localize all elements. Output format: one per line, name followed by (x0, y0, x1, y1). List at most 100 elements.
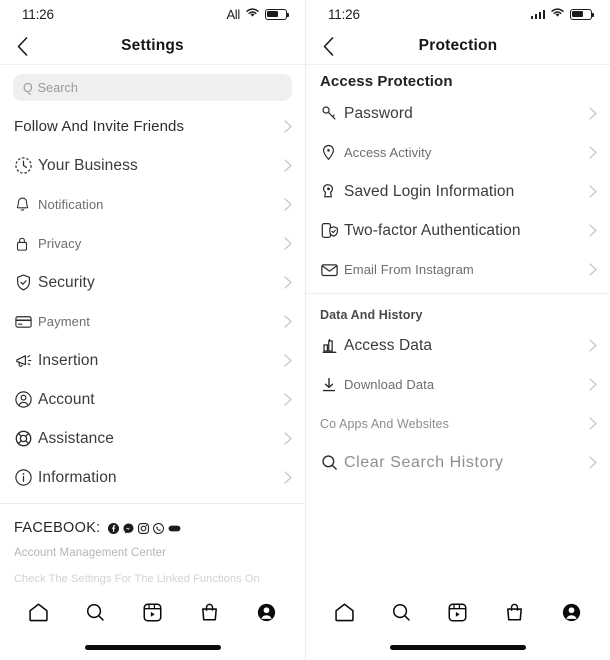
chevron-right-icon (583, 185, 597, 198)
row-label: Information (38, 468, 117, 486)
chevron-right-icon (278, 159, 292, 172)
chevron-right-icon (278, 471, 292, 484)
shop-tab[interactable] (495, 595, 535, 629)
search-tab[interactable] (381, 595, 421, 629)
profile-tab[interactable] (247, 595, 287, 629)
page-title: Protection (418, 37, 498, 54)
settings-row-follow-invite-friends[interactable]: Follow And Invite Friends (0, 107, 305, 146)
facebook-icon[interactable] (107, 522, 119, 534)
protection-row-co-apps-and-websites[interactable]: Co Apps And Websites (306, 404, 610, 443)
protection-row-saved-login-information[interactable]: Saved Login Information (306, 172, 610, 211)
chevron-right-icon (278, 237, 292, 250)
protection-scroll-area[interactable]: Access Protection Password Access Activi… (306, 65, 610, 590)
profile-tab[interactable] (552, 595, 592, 629)
search-tab[interactable] (76, 595, 116, 629)
row-label: Insertion (38, 351, 99, 369)
footer-divider (0, 503, 305, 504)
footer-line-1[interactable]: Account Management Center (14, 547, 291, 559)
lock-icon (14, 235, 38, 253)
row-label: Access Activity (344, 145, 432, 160)
clock-icon (14, 156, 38, 175)
search-icon (320, 453, 344, 472)
nav-bar: Protection (306, 28, 610, 65)
wifi-icon (550, 5, 565, 23)
row-label: Access Data (344, 336, 433, 354)
facebook-brand-line: FACEBOOK: (14, 520, 291, 536)
settings-row-assistance[interactable]: Assistance (0, 419, 305, 458)
row-label: Payment (38, 314, 91, 329)
lifebuoy-icon (14, 429, 38, 448)
chevron-right-icon (583, 378, 597, 391)
search-placeholder: Search (37, 80, 78, 95)
search-icon: Q (23, 80, 33, 95)
settings-row-your-business[interactable]: Your Business (0, 146, 305, 185)
chevron-right-icon (583, 107, 597, 120)
envelope-icon (320, 262, 344, 278)
nav-bar: Settings (0, 28, 305, 65)
status-bar: 11:26 (306, 0, 610, 28)
chevron-right-icon (583, 339, 597, 352)
protection-row-download-data[interactable]: Download Data (306, 365, 610, 404)
card-icon (14, 314, 38, 329)
status-indicators (530, 5, 594, 23)
megaphone-icon (14, 352, 38, 370)
phone-shield-icon (320, 221, 344, 240)
shop-tab[interactable] (190, 595, 230, 629)
home-tab[interactable] (324, 595, 364, 629)
row-label: Email From Instagram (344, 262, 474, 277)
back-chevron-icon[interactable] (306, 28, 350, 64)
home-tab[interactable] (19, 595, 59, 629)
reels-tab[interactable] (133, 595, 173, 629)
row-label: Co Apps And Websites (320, 416, 449, 431)
location-pin-icon (320, 143, 344, 162)
bottom-tab-bar-left (0, 590, 305, 634)
protection-row-access-activity[interactable]: Access Activity (306, 133, 610, 172)
messenger-icon[interactable] (122, 523, 134, 534)
reels-tab[interactable] (438, 595, 478, 629)
status-indicators: All (226, 5, 289, 23)
section-divider (306, 293, 610, 294)
settings-row-security[interactable]: Security (0, 263, 305, 302)
chevron-right-icon (583, 417, 597, 430)
row-label: Password (344, 104, 413, 122)
protection-row-two-factor-authentication[interactable]: Two-factor Authentication (306, 211, 610, 250)
key-icon (320, 104, 344, 123)
account-circle-icon (14, 390, 38, 409)
phone-screen-settings: 11:26 All Settings Q Search Follow And I… (0, 0, 305, 660)
carrier-text: All (226, 6, 240, 22)
settings-row-notification[interactable]: Notification (0, 185, 305, 224)
chevron-right-icon (278, 198, 292, 211)
protection-row-clear-search-history[interactable]: Clear Search History (306, 443, 610, 482)
keyhole-icon (320, 182, 344, 201)
page-title: Settings (121, 37, 184, 54)
settings-row-payment[interactable]: Payment (0, 302, 305, 341)
protection-row-access-data[interactable]: Access Data (306, 326, 610, 365)
row-label: Notification (38, 197, 104, 212)
whatsapp-icon[interactable] (152, 522, 164, 534)
protection-row-email-from-instagram[interactable]: Email From Instagram (306, 250, 610, 289)
row-label: Clear Search History (344, 453, 504, 471)
settings-scroll-area[interactable]: Q Search Follow And Invite Friends Your … (0, 65, 305, 590)
meta-icon[interactable] (168, 524, 181, 533)
settings-row-information[interactable]: Information (0, 458, 305, 497)
row-label: Follow And Invite Friends (14, 118, 185, 135)
phone-screen-protection: 11:26 Protection Access Protection Passw… (305, 0, 610, 660)
settings-row-insertion[interactable]: Insertion (0, 341, 305, 380)
settings-row-privacy[interactable]: Privacy (0, 224, 305, 263)
row-label: Download Data (344, 377, 435, 392)
row-label: Assistance (38, 429, 114, 447)
footer-line-2: Check The Settings For The Linked Functi… (14, 573, 260, 585)
facebook-brand-label: FACEBOOK: (14, 520, 101, 536)
row-label: Account (38, 390, 95, 408)
protection-row-password[interactable]: Password (306, 94, 610, 133)
instagram-icon[interactable] (137, 522, 149, 534)
download-icon (320, 376, 344, 394)
settings-row-account[interactable]: Account (0, 380, 305, 419)
status-bar: 11:26 All (0, 0, 305, 28)
info-circle-icon (14, 468, 38, 487)
dual-phone-screenshot: 11:26 All Settings Q Search Follow And I… (0, 0, 610, 660)
search-input[interactable]: Q Search (13, 74, 292, 101)
back-chevron-icon[interactable] (0, 28, 44, 64)
battery-icon (265, 8, 289, 20)
row-label: Privacy (38, 236, 82, 251)
